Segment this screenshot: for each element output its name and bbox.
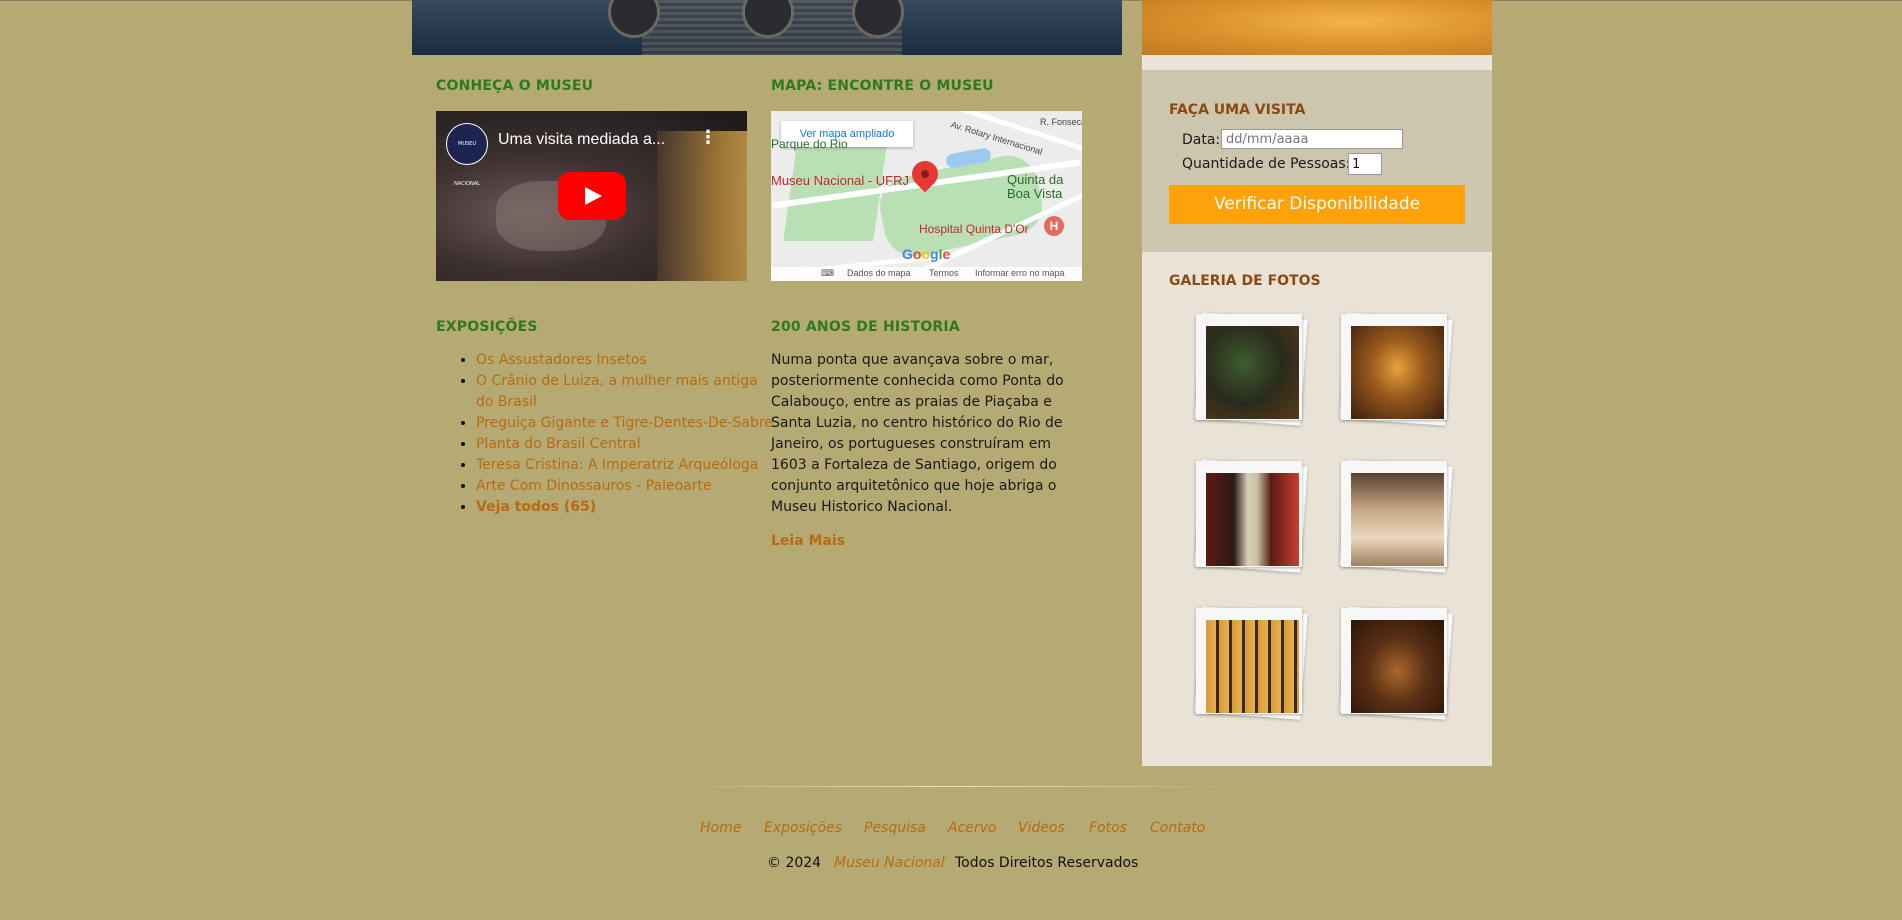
footer-brand-link[interactable]: Museu Nacional: [834, 855, 945, 871]
map-label-museu: Museu Nacional - UFRJ: [771, 173, 909, 188]
hospital-icon[interactable]: H: [1044, 216, 1064, 236]
youtube-video-embed[interactable]: MUSEU NACIONAL Uma visita mediada a... ⋮: [436, 111, 747, 281]
section-title-conheca: CONHEÇA O MUSEU: [436, 78, 594, 94]
photo-image: [1351, 473, 1444, 566]
map-report-link[interactable]: Informar erro no mapa: [975, 268, 1065, 278]
rights-text: Todos Direitos Reservados: [955, 855, 1139, 871]
list-item: Planta do Brasil Central: [476, 434, 776, 455]
map-label-quinta: Quinta da: [1007, 172, 1064, 187]
photo-image: [1206, 473, 1299, 566]
sidebar-banner: [1142, 0, 1492, 55]
quantity-label: Quantidade de Pessoas:: [1182, 156, 1351, 172]
exhibition-link[interactable]: O Crânio de Luiza, a mulher mais antiga …: [476, 373, 758, 410]
list-item: Veja todos (65): [476, 497, 776, 518]
history-text: Numa ponta que avançava sobre o mar, pos…: [771, 352, 1064, 515]
map-label-parque: Parque do Rio: [771, 137, 848, 151]
section-title-historia: 200 ANOS DE HISTORIA: [771, 319, 960, 335]
list-item: O Crânio de Luiza, a mulher mais antiga …: [476, 371, 776, 413]
read-more-link[interactable]: Leia Mais: [771, 533, 845, 549]
play-icon[interactable]: [558, 172, 626, 220]
date-label: Data:: [1182, 132, 1221, 148]
map-label-boa-vista: Boa Vista: [1007, 186, 1063, 201]
photo-image: [1206, 620, 1299, 713]
see-all-exhibitions-link[interactable]: Veja todos (65): [476, 499, 596, 515]
hero-banner: [412, 0, 1122, 55]
section-title-mapa: MAPA: ENCONTRE O MUSEU: [771, 78, 994, 94]
photo-image: [1351, 326, 1444, 419]
copyright: © 2024: [767, 855, 822, 871]
footer-link-acervo[interactable]: Acervo: [948, 820, 997, 836]
list-item: Arte Com Dinossauros - Paleoarte: [476, 476, 776, 497]
footer-link-videos[interactable]: Videos: [1018, 820, 1065, 836]
map-data-link[interactable]: Dados do mapa: [847, 268, 911, 278]
exhibition-link[interactable]: Arte Com Dinossauros - Paleoarte: [476, 478, 712, 494]
check-availability-button[interactable]: Verificar Disponibilidade: [1169, 185, 1465, 224]
map-label-hospital: Hospital Quinta D'Or: [919, 222, 1029, 236]
footer-link-home[interactable]: Home: [700, 820, 741, 836]
google-map-embed[interactable]: Ver mapa ampliado Parque do Rio Av. Rota…: [771, 111, 1082, 281]
footer-divider: [667, 786, 1232, 787]
footer-link-fotos[interactable]: Fotos: [1089, 820, 1127, 836]
gallery-photo[interactable]: [1339, 459, 1453, 573]
gallery-photo[interactable]: [1339, 606, 1453, 720]
visit-title: FAÇA UMA VISITA: [1169, 102, 1306, 118]
google-logo: Google: [902, 246, 951, 262]
keyboard-icon[interactable]: ⌨: [821, 268, 834, 279]
gallery-photo[interactable]: [1194, 606, 1308, 720]
gallery-photo[interactable]: [1194, 312, 1308, 426]
footer-link-exposicoes[interactable]: Exposições: [764, 820, 842, 836]
more-vert-icon[interactable]: ⋮: [699, 129, 717, 147]
exhibition-link[interactable]: Teresa Cristina: A Imperatriz Arqueóloga: [476, 457, 758, 473]
photo-image: [1206, 326, 1299, 419]
list-item: Os Assustadores Insetos: [476, 350, 776, 371]
exhibition-link[interactable]: Planta do Brasil Central: [476, 436, 641, 452]
footer-link-pesquisa[interactable]: Pesquisa: [864, 820, 926, 836]
section-title-exposicoes: EXPOSIÇÕES: [436, 319, 538, 335]
channel-logo[interactable]: MUSEU NACIONAL: [446, 123, 488, 187]
map-terms-link[interactable]: Termos: [929, 268, 959, 278]
exhibition-link[interactable]: Preguiça Gigante e Tigre-Dentes-De-Sabre: [476, 415, 773, 431]
footer-link-contato[interactable]: Contato: [1150, 820, 1205, 836]
gallery-photo[interactable]: [1194, 459, 1308, 573]
map-label-fonseca: R. Fonseca: [1040, 117, 1082, 127]
gallery-title: GALERIA DE FOTOS: [1169, 273, 1321, 289]
list-item: Teresa Cristina: A Imperatriz Arqueóloga: [476, 455, 776, 476]
list-item: Preguiça Gigante e Tigre-Dentes-De-Sabre: [476, 413, 776, 434]
video-thumbnail-light: [657, 131, 747, 281]
exhibition-link[interactable]: Os Assustadores Insetos: [476, 352, 647, 368]
video-title[interactable]: Uma visita mediada a...: [498, 131, 665, 149]
sidebar-strip: [1142, 55, 1492, 70]
quantity-field[interactable]: 1: [1348, 153, 1382, 175]
date-field[interactable]: dd/mm/aaaa: [1221, 129, 1403, 149]
photo-image: [1351, 620, 1444, 713]
gallery-photo[interactable]: [1339, 312, 1453, 426]
exhibitions-list: Os Assustadores Insetos O Crânio de Luiz…: [436, 350, 776, 518]
